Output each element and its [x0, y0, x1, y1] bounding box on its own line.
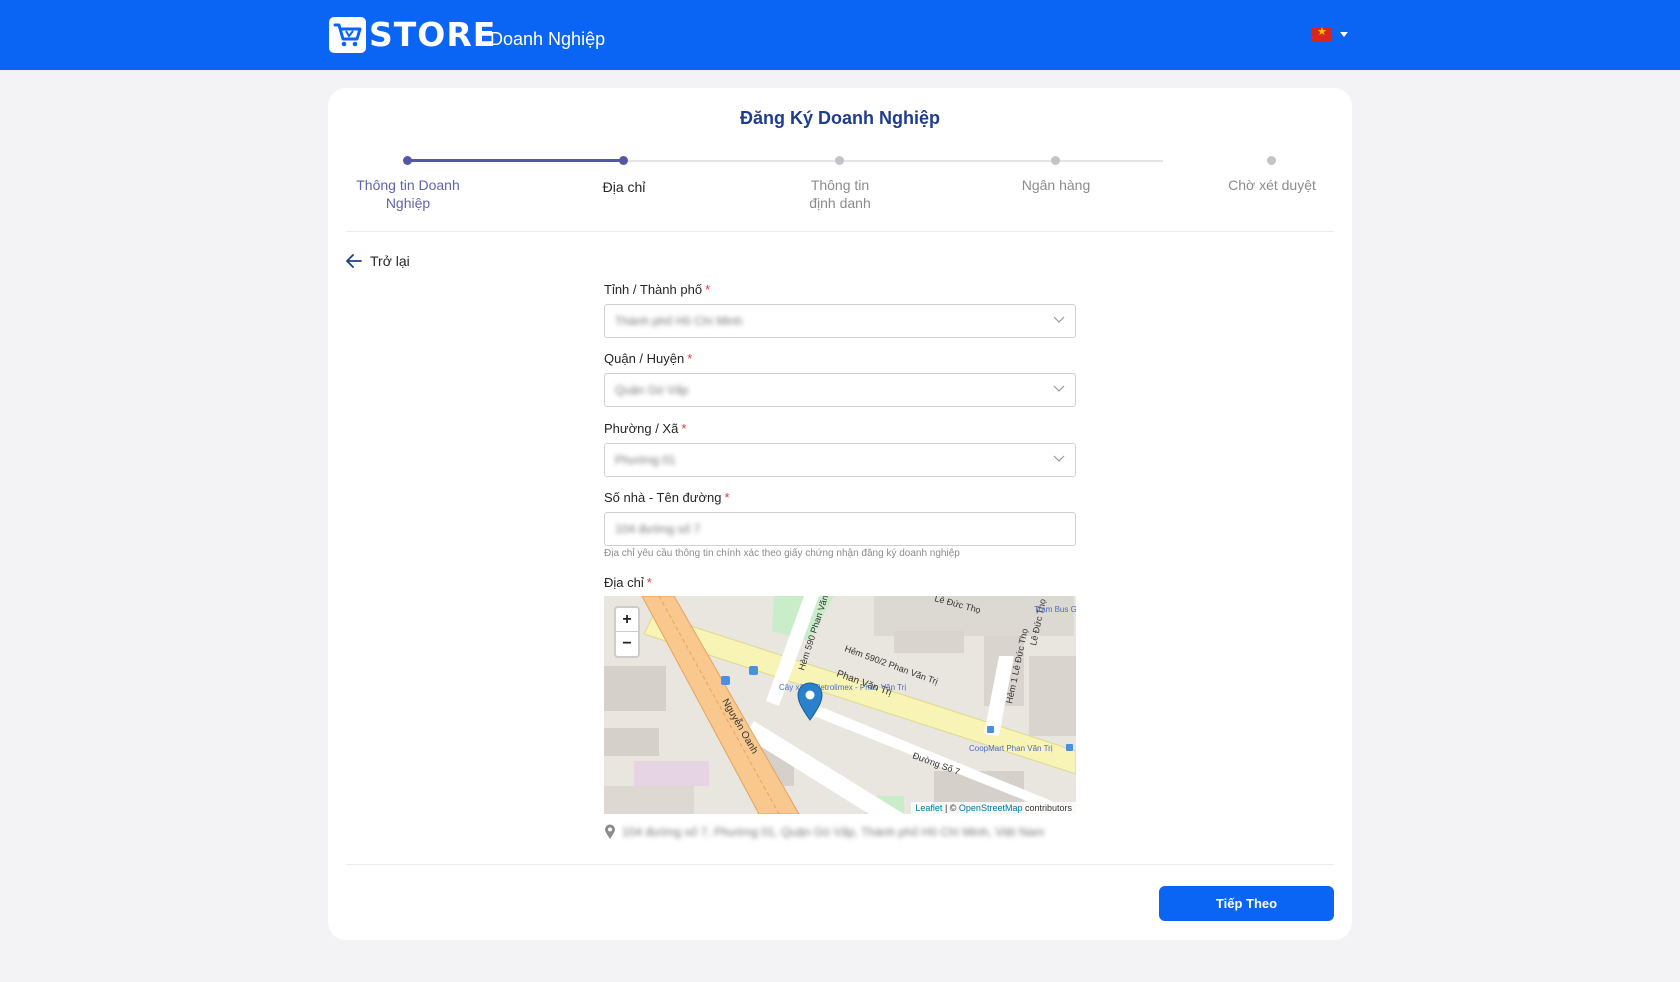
brand-subtitle: Doanh Nghiệp: [490, 29, 606, 49]
step-dot-1[interactable]: [403, 156, 412, 165]
step-label-3[interactable]: Thông tin định danh: [770, 176, 910, 212]
step-label-5[interactable]: Chờ xét duyệt: [1202, 176, 1342, 194]
map-poi-label: Trạm Bus Gò Lộ Nguy Huy Đ: [1034, 605, 1076, 614]
chevron-down-icon: [1053, 455, 1065, 462]
step-dot-5[interactable]: [1267, 156, 1276, 165]
step-dot-3[interactable]: [835, 156, 844, 165]
district-select[interactable]: Quận Gò Vấp: [604, 373, 1076, 407]
street-hint: Địa chỉ yêu cầu thông tin chính xác theo…: [604, 548, 960, 559]
step-dot-4[interactable]: [1051, 156, 1060, 165]
street-label: Số nhà - Tên đường *: [604, 490, 730, 505]
map-tiles: Phan Văn Trị Hẻm 590/2 Phan Văn Trị Hẻm …: [604, 596, 1076, 814]
map-attribution: Leaflet | © OpenStreetMap contributors: [911, 802, 1076, 814]
logo-text: STORE: [369, 15, 497, 54]
chevron-down-icon: [1053, 385, 1065, 392]
map-poi-label: Cây xăng Petrolimex - Phan Văn Trị: [779, 683, 906, 692]
leaflet-link[interactable]: Leaflet: [915, 803, 942, 813]
back-button[interactable]: Trở lại: [346, 253, 410, 269]
progress-stepper: Thông tin Doanh Nghiệp Địa chỉ Thông tin…: [328, 88, 1352, 238]
footer-divider: [346, 864, 1334, 865]
arrow-left-icon: [346, 254, 362, 268]
step-dot-2[interactable]: [619, 156, 628, 165]
map-zoom-control: + −: [614, 606, 640, 658]
step-label-4[interactable]: Ngân hàng: [986, 176, 1126, 194]
full-address-value: 104 đường số 7, Phường 01, Quận Gò Vấp, …: [622, 825, 1045, 839]
ward-select[interactable]: Phường 01: [604, 443, 1076, 477]
map-pin-icon: [605, 824, 615, 839]
address-label: Địa chỉ *: [604, 575, 652, 590]
ward-value: Phường 01: [615, 453, 676, 467]
map-poi-label: CoopMart Phan Văn Trị: [969, 744, 1053, 753]
address-map[interactable]: Phan Văn Trị Hẻm 590/2 Phan Văn Trị Hẻm …: [604, 596, 1076, 814]
next-button[interactable]: Tiếp Theo: [1159, 886, 1334, 921]
back-label: Trở lại: [370, 253, 410, 269]
step-label-1[interactable]: Thông tin Doanh Nghiệp: [338, 176, 478, 212]
ward-label: Phường / Xã *: [604, 421, 687, 436]
district-label: Quận / Huyện *: [604, 351, 693, 366]
language-selector[interactable]: [1312, 25, 1348, 41]
street-value: 104 đường số 7: [615, 522, 701, 536]
step-connector-pending: [627, 160, 1163, 162]
full-address: 104 đường số 7, Phường 01, Quận Gò Vấp, …: [604, 824, 1044, 840]
province-label: Tỉnh / Thành phố *: [604, 282, 711, 297]
top-header: STORE Doanh Nghiệp: [0, 0, 1680, 70]
zoom-in-button[interactable]: +: [616, 608, 638, 632]
step-connector-done: [411, 159, 623, 162]
district-value: Quận Gò Vấp: [615, 383, 689, 397]
street-input[interactable]: 104 đường số 7: [604, 512, 1076, 546]
chevron-down-icon: [1053, 316, 1065, 323]
osm-link[interactable]: OpenStreetMap: [959, 803, 1023, 813]
province-select[interactable]: Thành phố Hồ Chí Minh: [604, 304, 1076, 338]
province-value: Thành phố Hồ Chí Minh: [615, 314, 743, 328]
zoom-out-button[interactable]: −: [616, 632, 638, 656]
registration-card: Đăng Ký Doanh Nghiệp Thông tin Doanh Ngh…: [328, 88, 1352, 940]
cart-logo-icon: [329, 17, 366, 53]
vn-flag-icon: [1312, 25, 1332, 41]
step-label-2[interactable]: Địa chỉ: [554, 178, 694, 196]
header-divider: [346, 231, 1334, 232]
caret-down-icon: [1340, 31, 1348, 37]
store-logo[interactable]: STORE: [329, 17, 496, 53]
